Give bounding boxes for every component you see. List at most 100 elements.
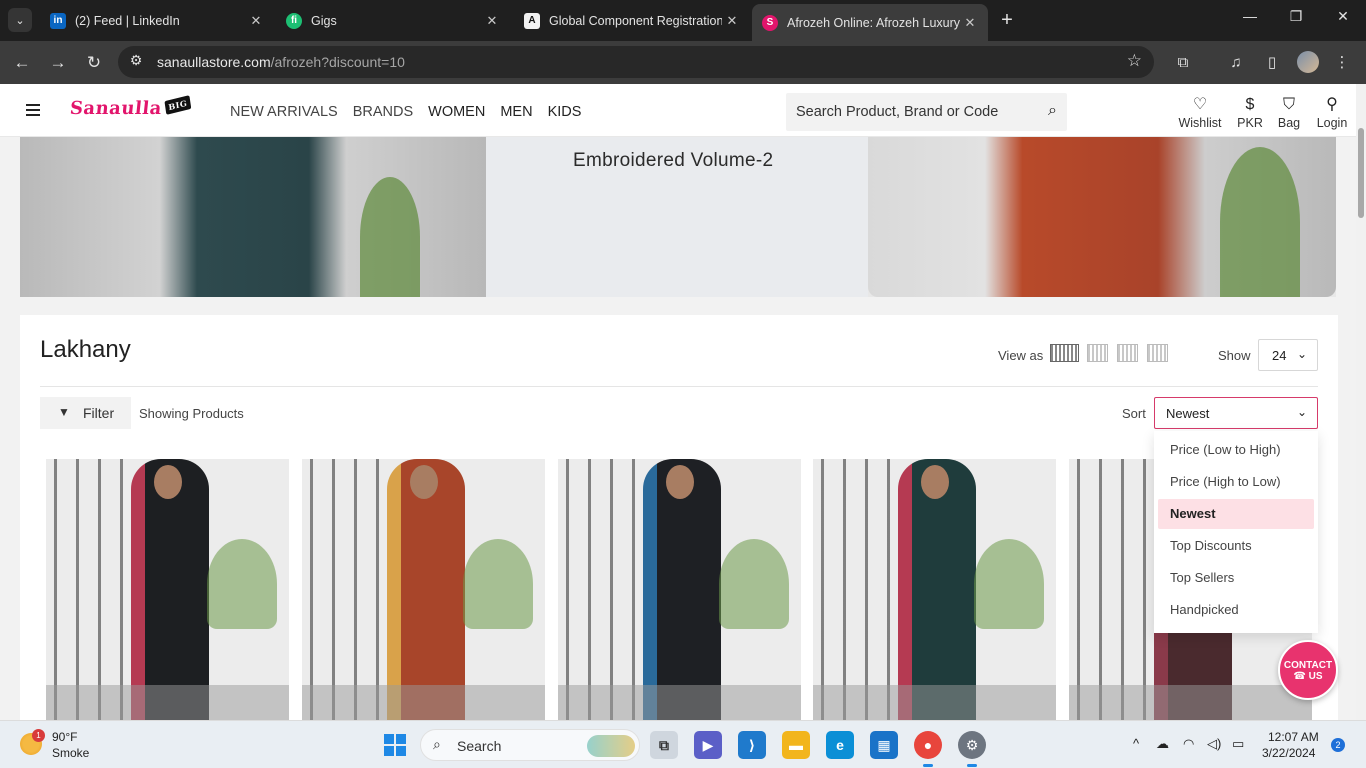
sort-option-top-sellers[interactable]: Top Sellers (1158, 563, 1314, 593)
tab-linkedin[interactable]: in (2) Feed | LinkedIn ✕ (40, 4, 274, 37)
battery-icon[interactable]: ▭ (1232, 736, 1244, 752)
grid-2-col-icon[interactable] (1147, 344, 1168, 362)
currency-button[interactable]: $ PKR (1236, 96, 1264, 130)
chrome-icon[interactable]: ● (914, 731, 942, 767)
close-icon[interactable]: ✕ (722, 13, 742, 29)
contact-us-button[interactable]: CONTACT ☎ US (1278, 640, 1338, 700)
reload-icon[interactable]: ↻ (82, 51, 106, 75)
window-close-icon[interactable]: ✕ (1331, 8, 1355, 25)
sort-option-price-low-high[interactable]: Price (Low to High) (1158, 435, 1314, 465)
close-icon[interactable]: ✕ (246, 13, 266, 29)
filter-button[interactable]: ▼ Filter (40, 397, 131, 429)
extensions-icon[interactable]: ⧉ (1172, 52, 1194, 74)
user-icon: ⚲ (1326, 96, 1338, 113)
product-card[interactable] (558, 459, 801, 720)
site-info-icon[interactable]: ⚙ (126, 52, 146, 69)
product-card[interactable] (302, 459, 545, 720)
wishlist-button[interactable]: ♡ Wishlist (1178, 96, 1222, 130)
restore-icon[interactable]: ❐ (1284, 8, 1308, 25)
tab-global-component[interactable]: A Global Component Registration ✕ (514, 4, 750, 37)
site-search-input[interactable]: Search Product, Brand or Code ⌕ (786, 93, 1067, 131)
grid-5-col-icon[interactable] (1050, 344, 1079, 362)
url-host: sanaullastore.com (157, 54, 271, 70)
taskbar-search[interactable]: ⌕ Search (420, 729, 640, 761)
login-button[interactable]: ⚲ Login (1314, 96, 1350, 130)
product-image-plant (463, 539, 533, 629)
showing-products-text: Showing Products (139, 406, 244, 421)
show-count-select[interactable]: 24 ⌄ (1258, 339, 1318, 371)
product-image-floor (813, 685, 1056, 720)
volume-icon[interactable]: ◁) (1207, 736, 1221, 752)
page-scrollbar[interactable] (1356, 84, 1366, 720)
scrollbar-thumb[interactable] (1358, 128, 1364, 218)
product-image-floor (302, 685, 545, 720)
nav-kids[interactable]: KIDS (548, 104, 582, 120)
hamburger-menu-icon[interactable] (26, 104, 40, 119)
nav-brands[interactable]: BRANDS (353, 104, 413, 120)
cloud-sync-icon[interactable]: ☁ (1156, 736, 1169, 752)
tab-title: Gigs (311, 13, 337, 28)
minimize-icon[interactable]: — (1238, 8, 1262, 24)
clock-time[interactable]: 12:07 AM (1268, 730, 1319, 744)
close-icon[interactable]: ✕ (482, 13, 502, 29)
product-image-bg (54, 459, 124, 720)
sort-option-handpicked[interactable]: Handpicked (1158, 595, 1314, 625)
tab-search-button[interactable]: ⌄ (8, 8, 32, 32)
sort-option-price-high-low[interactable]: Price (High to Low) (1158, 467, 1314, 497)
product-card[interactable] (46, 459, 289, 720)
url-text[interactable]: sanaullastore.com/afrozeh?discount=10 (157, 54, 405, 70)
nav-women[interactable]: WOMEN (428, 104, 485, 120)
tab-afrozeh[interactable]: S Afrozeh Online: Afrozeh Luxury ✕ (752, 4, 988, 41)
wifi-icon[interactable]: ◠ (1183, 736, 1194, 752)
grid-4-col-icon[interactable] (1087, 344, 1108, 362)
product-image-bg (821, 459, 891, 720)
task-view-icon[interactable]: ⧉ (650, 731, 678, 759)
browser-menu-icon[interactable]: ⋮ (1331, 52, 1353, 74)
profile-avatar[interactable] (1297, 51, 1319, 73)
logo-text: Sanaulla (68, 98, 163, 119)
settings-icon[interactable]: ⚙ (958, 731, 986, 767)
file-explorer-icon[interactable]: ▬ (782, 731, 810, 759)
arrow-a-icon: A (524, 12, 540, 29)
vscode-icon[interactable]: ⟩ (738, 731, 766, 759)
windows-start-icon[interactable] (384, 734, 406, 756)
bag-icon: ⛉ (1282, 96, 1295, 113)
grid-3-col-icon[interactable] (1117, 344, 1138, 362)
bookmark-star-icon[interactable]: ☆ (1127, 51, 1142, 71)
side-panel-icon[interactable]: ▯ (1261, 52, 1283, 74)
clock-date[interactable]: 3/22/2024 (1262, 746, 1315, 760)
new-tab-button[interactable]: + (996, 9, 1018, 31)
edge-icon[interactable]: e (826, 731, 854, 759)
chevron-down-icon: ⌄ (1296, 347, 1307, 361)
currency-icon: $ (1245, 96, 1255, 113)
site-logo[interactable]: Sanaulla BIG (68, 95, 191, 119)
sort-option-top-discounts[interactable]: Top Discounts (1158, 531, 1314, 561)
sort-select[interactable]: Newest ⌄ (1154, 397, 1318, 429)
show-hidden-icons-icon[interactable]: ^ (1133, 736, 1139, 751)
site-header: Sanaulla BIG NEW ARRIVALS BRANDS WOMEN ME… (0, 84, 1356, 137)
banner-plant (1220, 147, 1300, 297)
weather-temperature[interactable]: 90°F (52, 730, 77, 744)
microsoft-store-icon[interactable]: ▦ (870, 731, 898, 759)
product-card[interactable] (813, 459, 1056, 720)
bag-button[interactable]: ⛉ Bag (1276, 96, 1302, 130)
sort-option-newest[interactable]: Newest (1158, 499, 1314, 529)
search-icon[interactable]: ⌕ (1048, 102, 1057, 120)
teams-meet-icon[interactable]: ▶ (694, 731, 722, 759)
forward-icon[interactable]: → (46, 51, 70, 75)
promo-banner[interactable]: Embroidered Volume-2 (20, 137, 1336, 297)
notification-badge[interactable]: 2 (1331, 738, 1345, 752)
close-icon[interactable]: ✕ (960, 15, 980, 31)
weather-description[interactable]: Smoke (52, 746, 89, 760)
browser-toolbar: ← → ↻ ⚙ sanaullastore.com/afrozeh?discou… (0, 41, 1366, 84)
search-highlight-image (587, 735, 635, 757)
media-controls-icon[interactable]: ♫ (1225, 52, 1247, 74)
tab-gigs[interactable]: fi Gigs ✕ (276, 4, 510, 37)
back-icon[interactable]: ← (10, 51, 34, 75)
chevron-down-icon: ⌄ (1296, 405, 1307, 419)
nav-men[interactable]: MEN (500, 104, 532, 120)
fiverr-icon: fi (286, 12, 302, 29)
nav-new-arrivals[interactable]: NEW ARRIVALS (230, 104, 338, 120)
tab-title: (2) Feed | LinkedIn (75, 13, 180, 28)
address-bar[interactable]: ⚙ sanaullastore.com/afrozeh?discount=10 … (118, 46, 1154, 78)
